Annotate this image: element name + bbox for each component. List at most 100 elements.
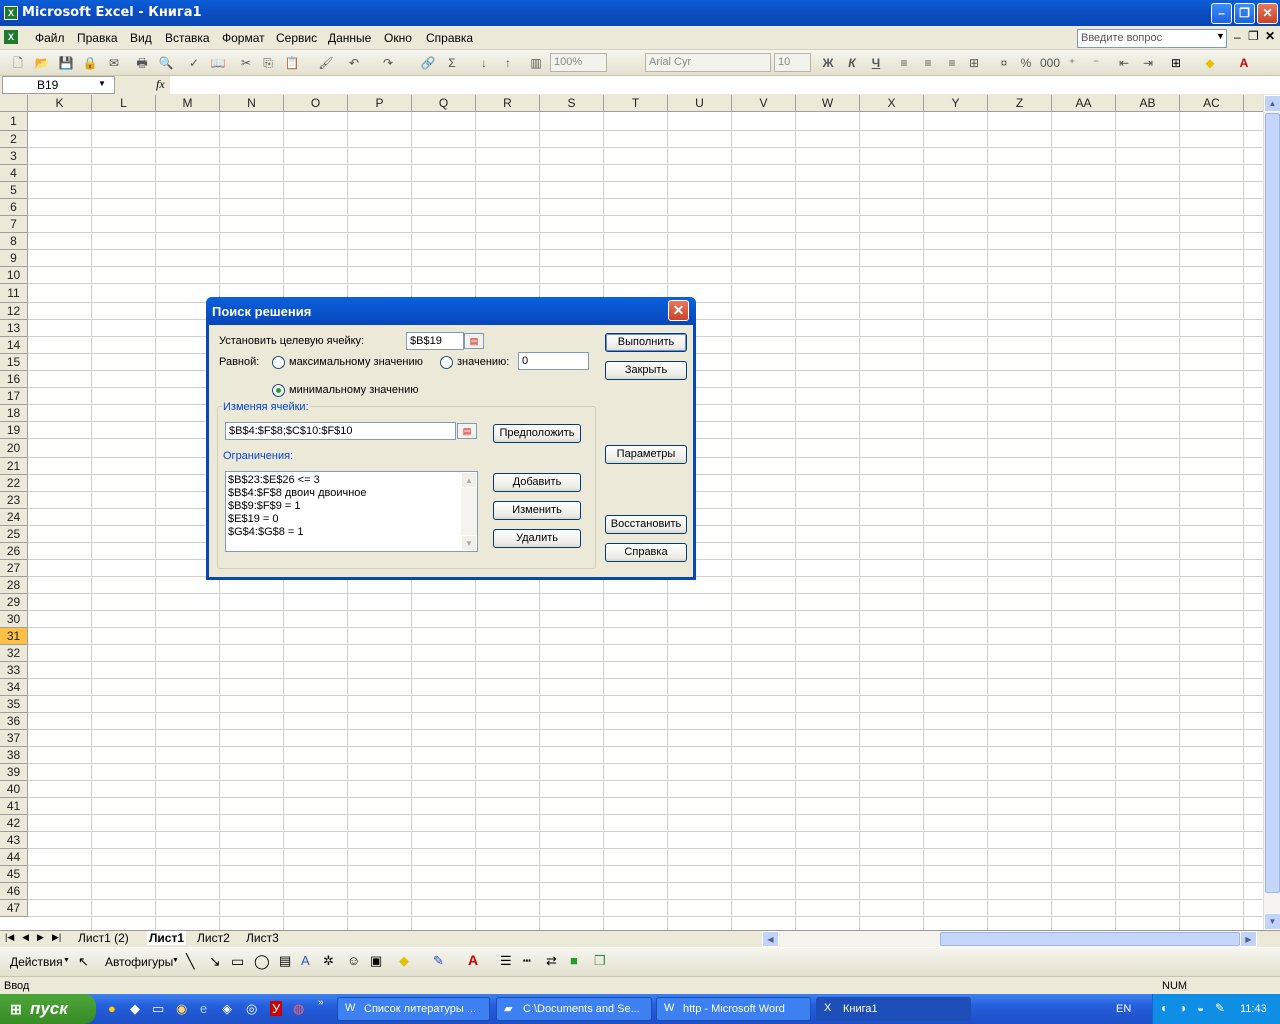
close-button[interactable]: Закрыть bbox=[605, 361, 687, 380]
scroll-left-button[interactable]: ◀ bbox=[762, 931, 779, 947]
scroll-down-button[interactable]: ▼ bbox=[1264, 913, 1280, 930]
line-icon[interactable]: ╲ bbox=[186, 953, 194, 970]
vertical-scroll-thumb[interactable] bbox=[1265, 113, 1280, 893]
zoom-combo[interactable]: 100% bbox=[550, 53, 607, 72]
tray-icon-3[interactable]: ◒ bbox=[1197, 1001, 1204, 1015]
row-header[interactable]: 33 bbox=[0, 662, 28, 679]
line-style-icon[interactable]: ☰ bbox=[500, 953, 512, 969]
formula-input[interactable] bbox=[170, 76, 1280, 94]
currency-icon[interactable]: ¤ bbox=[996, 55, 1012, 71]
menu-insert[interactable]: Вставка bbox=[165, 31, 210, 45]
decrease-indent-icon[interactable]: ⇤ bbox=[1116, 55, 1132, 71]
menu-format[interactable]: Формат bbox=[222, 31, 265, 45]
name-box-dropdown-icon[interactable]: ▼ bbox=[98, 79, 106, 88]
column-header[interactable]: K bbox=[28, 95, 92, 112]
quicklaunch-icon-7[interactable]: ◎ bbox=[246, 1001, 257, 1017]
decrease-decimal-icon[interactable]: ⁻ bbox=[1088, 55, 1104, 71]
row-header[interactable]: 9 bbox=[0, 250, 28, 267]
actions-dropdown-icon[interactable]: ▼ bbox=[63, 957, 70, 964]
next-sheet-icon[interactable]: ▶ bbox=[37, 932, 44, 943]
row-header[interactable]: 41 bbox=[0, 798, 28, 815]
language-indicator[interactable]: EN bbox=[1116, 1003, 1131, 1015]
select-pointer-icon[interactable]: ↖ bbox=[78, 954, 89, 970]
row-header[interactable]: 5 bbox=[0, 182, 28, 199]
research-icon[interactable]: 📖 bbox=[210, 55, 226, 71]
scroll-up-button[interactable]: ▲ bbox=[1264, 95, 1280, 112]
row-header[interactable]: 40 bbox=[0, 781, 28, 798]
quicklaunch-icon-1[interactable]: ● bbox=[108, 1001, 116, 1016]
row-header[interactable]: 30 bbox=[0, 611, 28, 628]
email-icon[interactable]: ✉ bbox=[106, 55, 122, 71]
row-header[interactable]: 36 bbox=[0, 713, 28, 730]
column-header[interactable]: V bbox=[732, 95, 796, 112]
close-window-button[interactable]: ✕ bbox=[1257, 3, 1278, 24]
column-header[interactable]: Q bbox=[412, 95, 476, 112]
row-header[interactable]: 37 bbox=[0, 730, 28, 747]
options-button[interactable]: Параметры bbox=[605, 445, 687, 464]
quicklaunch-icon-2[interactable]: ◆ bbox=[130, 1001, 140, 1017]
row-header[interactable]: 29 bbox=[0, 594, 28, 611]
italic-button[interactable]: К bbox=[844, 55, 860, 71]
quicklaunch-icon-9[interactable]: ◍ bbox=[293, 1001, 304, 1017]
target-collapse-icon[interactable]: ▤ bbox=[464, 333, 484, 349]
changing-cells-input[interactable]: $B$4:$F$8;$C$10:$F$10 bbox=[225, 422, 456, 440]
menu-file[interactable]: Файл bbox=[35, 31, 65, 45]
row-header[interactable]: 18 bbox=[0, 405, 28, 422]
row-header[interactable]: 15 bbox=[0, 354, 28, 371]
autosum-icon[interactable]: Σ bbox=[444, 55, 460, 71]
delete-button[interactable]: Удалить bbox=[493, 529, 581, 548]
font-size-combo[interactable]: 10 bbox=[774, 53, 811, 72]
solve-button[interactable]: Выполнить bbox=[605, 333, 687, 352]
menu-help[interactable]: Справка bbox=[426, 31, 473, 45]
print-icon[interactable]: 🖶 bbox=[134, 55, 150, 71]
show-desktop-icon[interactable]: ▭ bbox=[152, 1001, 164, 1017]
menu-view[interactable]: Вид bbox=[130, 31, 152, 45]
list-scroll-down-button[interactable]: ▼ bbox=[461, 535, 477, 551]
row-header[interactable]: 42 bbox=[0, 815, 28, 832]
column-header[interactable]: T bbox=[604, 95, 668, 112]
paste-icon[interactable]: 📋 bbox=[284, 55, 300, 71]
row-header[interactable]: 24 bbox=[0, 509, 28, 526]
diagram-icon[interactable]: ✲ bbox=[323, 953, 334, 969]
max-radio[interactable] bbox=[272, 356, 285, 369]
constraint-item[interactable]: $G$4:$G$8 = 1 bbox=[226, 526, 477, 539]
thousands-button[interactable]: 000 bbox=[1040, 55, 1060, 71]
guess-button[interactable]: Предположить bbox=[493, 424, 581, 443]
row-header[interactable]: 31 bbox=[0, 628, 28, 645]
percent-button[interactable]: % bbox=[1018, 55, 1034, 71]
constraint-item[interactable]: $E$19 = 0 bbox=[226, 513, 477, 526]
quicklaunch-more-icon[interactable]: » bbox=[318, 997, 324, 1008]
maximize-button[interactable]: ❐ bbox=[1234, 3, 1255, 24]
horizontal-scroll-thumb[interactable] bbox=[940, 932, 1240, 946]
column-header[interactable]: O bbox=[284, 95, 348, 112]
sheet-tab-list2[interactable]: Лист2 bbox=[197, 931, 230, 945]
font-color-draw-icon[interactable]: A bbox=[468, 952, 478, 968]
copy-icon[interactable]: ⎘ bbox=[260, 55, 276, 71]
reset-all-button[interactable]: Восстановить bbox=[605, 515, 687, 534]
hyperlink-icon[interactable]: 🔗 bbox=[420, 55, 436, 71]
column-header[interactable]: AC bbox=[1180, 95, 1244, 112]
first-sheet-icon[interactable]: |◀ bbox=[5, 932, 14, 943]
row-header[interactable]: 21 bbox=[0, 458, 28, 475]
sort-asc-icon[interactable]: ↓ bbox=[476, 55, 492, 71]
row-header[interactable]: 39 bbox=[0, 764, 28, 781]
row-header[interactable]: 19 bbox=[0, 422, 28, 439]
print-preview-icon[interactable]: 🔍 bbox=[158, 55, 174, 71]
save-icon[interactable]: 💾 bbox=[58, 55, 74, 71]
quicklaunch-icon-8[interactable]: У bbox=[270, 1001, 283, 1016]
row-header[interactable]: 3 bbox=[0, 148, 28, 165]
bold-button[interactable]: Ж bbox=[820, 55, 836, 71]
sort-desc-icon[interactable]: ↑ bbox=[500, 55, 516, 71]
row-header[interactable]: 4 bbox=[0, 165, 28, 182]
row-header[interactable]: 10 bbox=[0, 267, 28, 284]
horizontal-scrollbar[interactable]: ◀ ▶ bbox=[762, 931, 1257, 947]
row-header[interactable]: 14 bbox=[0, 337, 28, 354]
row-header[interactable]: 12 bbox=[0, 303, 28, 320]
menu-window[interactable]: Окно bbox=[384, 31, 412, 45]
row-header[interactable]: 28 bbox=[0, 577, 28, 594]
row-header[interactable]: 22 bbox=[0, 475, 28, 492]
column-header[interactable]: N bbox=[220, 95, 284, 112]
dialog-close-button[interactable]: ✕ bbox=[668, 300, 689, 321]
taskbar-task-folder[interactable]: ▰ C:\Documents and Se... bbox=[496, 997, 652, 1021]
vertical-scrollbar[interactable]: ▲ ▼ bbox=[1263, 95, 1280, 930]
